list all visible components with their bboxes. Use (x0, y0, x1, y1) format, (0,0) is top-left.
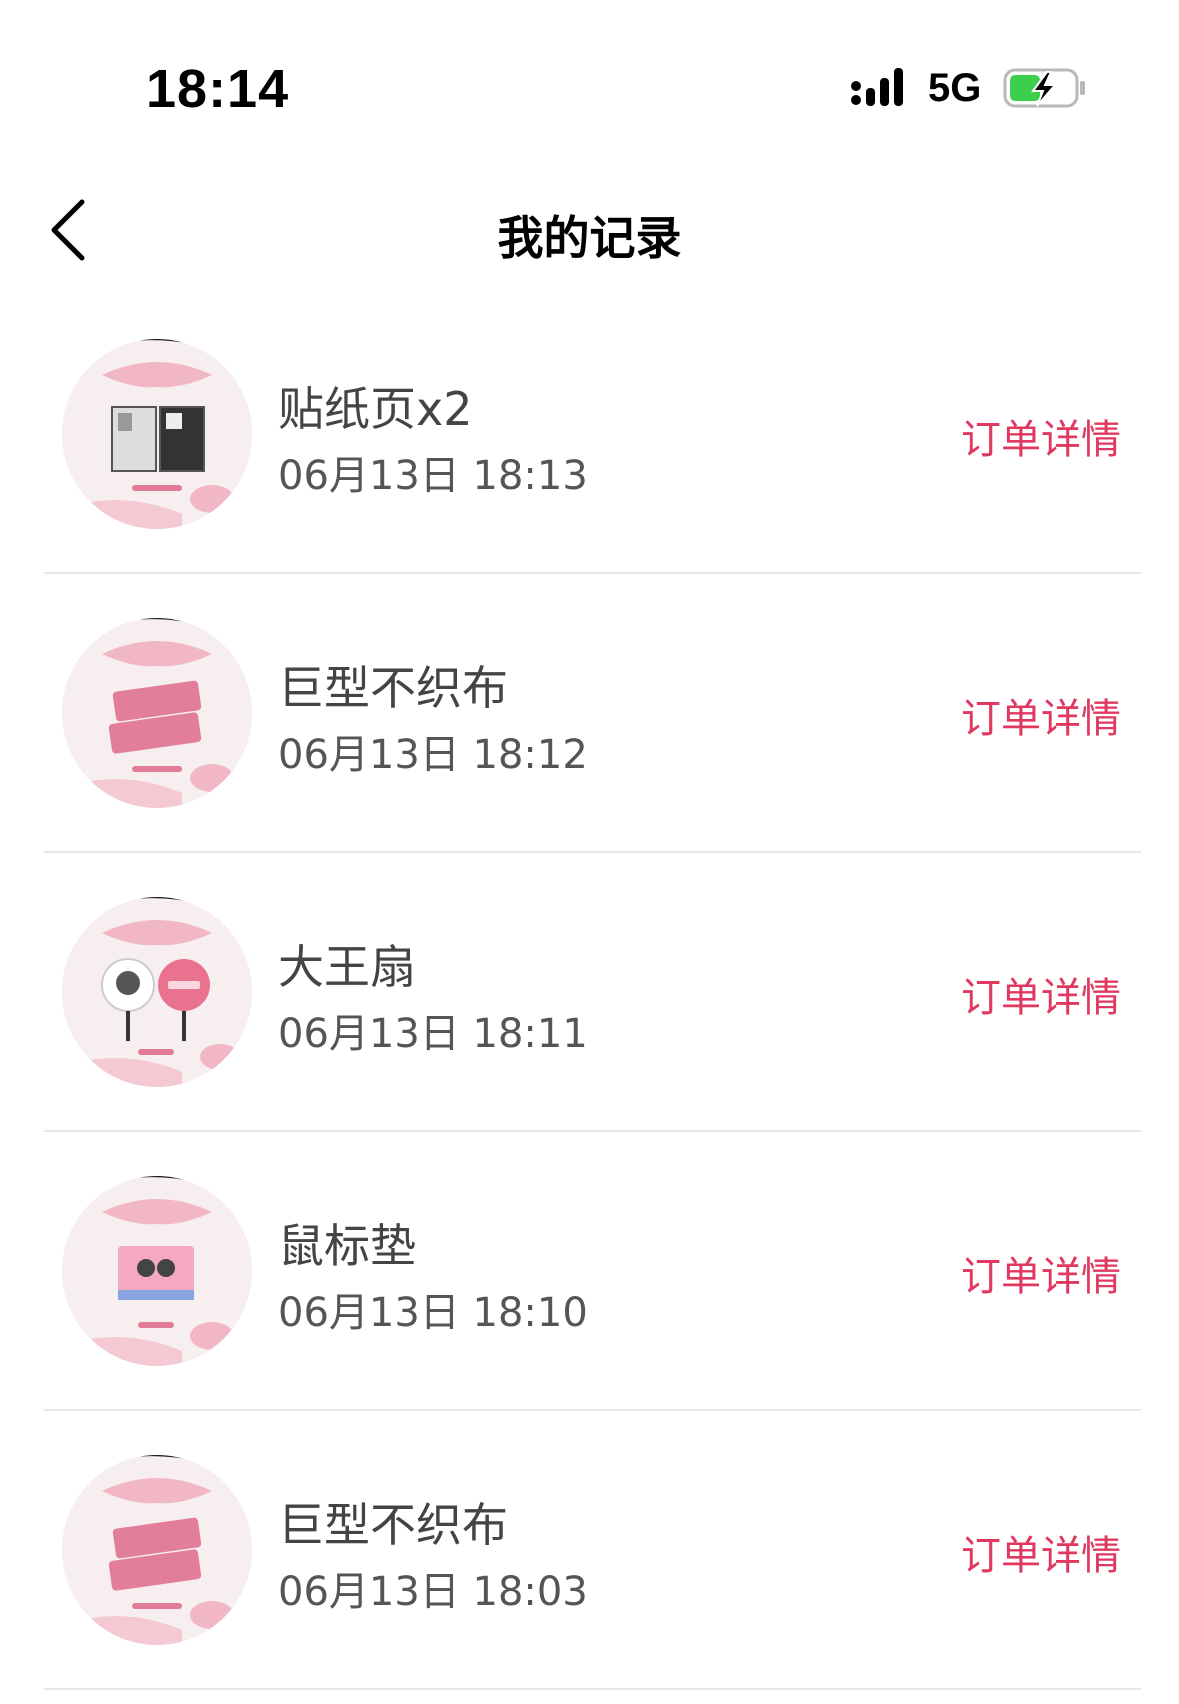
divider (44, 1688, 1141, 1690)
record-item[interactable]: 巨型不织布 06月13日 18:12 订单详情 (0, 574, 1179, 853)
item-time: 06月13日 18:03 (278, 1569, 588, 1615)
order-detail-link[interactable]: 订单详情 (961, 407, 1121, 465)
network-label: 5G (928, 66, 982, 110)
item-time: 06月13日 18:10 (278, 1290, 588, 1336)
order-detail-link[interactable]: 订单详情 (961, 1523, 1121, 1581)
fan-thumbnail (62, 897, 252, 1087)
nav-bar: 我的记录 (0, 180, 1179, 280)
item-name: 大王扇 (278, 940, 416, 994)
item-time: 06月13日 18:11 (278, 1011, 588, 1057)
record-item[interactable]: 鼠标垫 06月13日 18:10 订单详情 (0, 1132, 1179, 1411)
order-detail-link[interactable]: 订单详情 (961, 686, 1121, 744)
item-name: 巨型不织布 (278, 1498, 508, 1552)
banner-thumbnail (62, 1455, 252, 1645)
battery-charging-icon (1003, 68, 1085, 108)
banner-thumbnail (62, 618, 252, 808)
item-time: 06月13日 18:12 (278, 732, 588, 778)
status-time: 18:14 (146, 59, 290, 119)
record-item[interactable]: 大王扇 06月13日 18:11 订单详情 (0, 853, 1179, 1132)
order-detail-link[interactable]: 订单详情 (961, 965, 1121, 1023)
item-name: 鼠标垫 (278, 1219, 416, 1273)
record-item[interactable]: 巨型不织布 06月13日 18:03 订单详情 (0, 1411, 1179, 1690)
sticker-sheet-thumbnail (62, 339, 252, 529)
page-title: 我的记录 (497, 211, 682, 265)
order-detail-link[interactable]: 订单详情 (961, 1244, 1121, 1302)
item-time: 06月13日 18:13 (278, 453, 588, 499)
item-name: 贴纸页x2 (278, 382, 473, 436)
record-list: 贴纸页x2 06月13日 18:13 订单详情 巨型不织布 06月13日 18:… (0, 295, 1179, 1690)
record-item[interactable]: 贴纸页x2 06月13日 18:13 订单详情 (0, 295, 1179, 574)
status-bar: 18:14 5G (0, 0, 1179, 130)
signal-icon (851, 68, 903, 106)
item-name: 巨型不织布 (278, 661, 508, 715)
mousepad-thumbnail (62, 1176, 252, 1366)
